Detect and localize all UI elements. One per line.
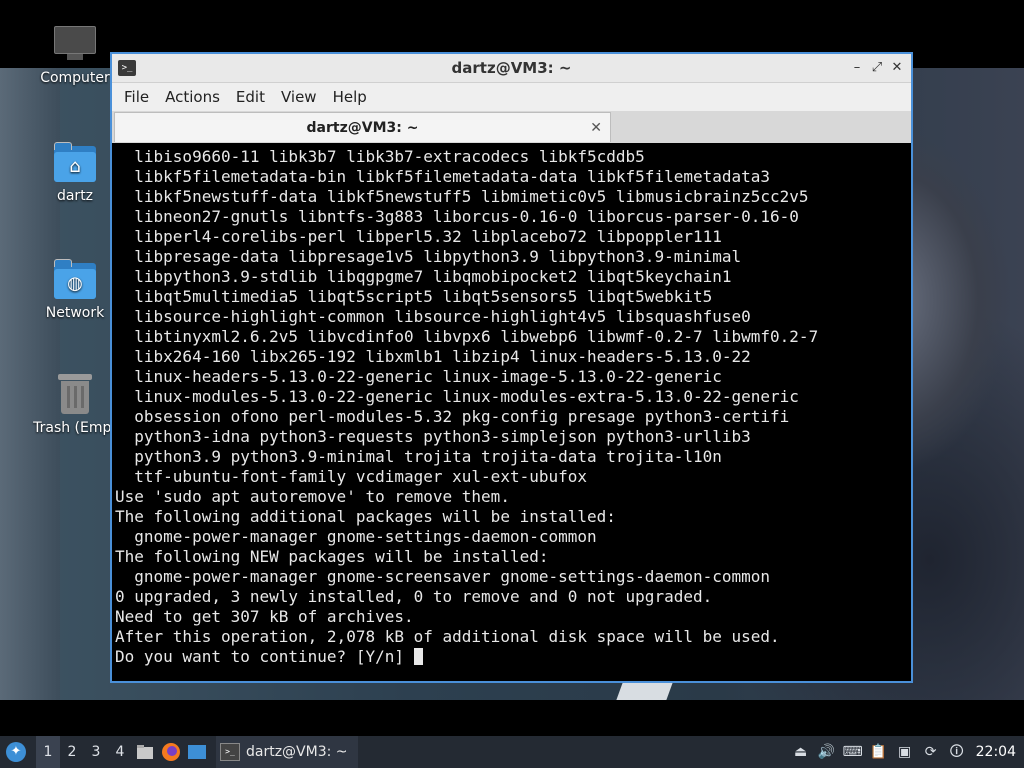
desktop-icon-home[interactable]: ⌂ dartz [30, 142, 120, 204]
system-tray: ⏏ 🔊 ⌨ 📋 ▣ ⟳ 🛈 22:04 [788, 736, 1024, 768]
workspace-2[interactable]: 2 [60, 736, 84, 768]
tab-close-icon[interactable]: ✕ [590, 113, 602, 143]
terminal-task-icon: >_ [220, 743, 240, 761]
terminal-output[interactable]: libiso9660-11 libk3b7 libk3b7-extracodec… [112, 143, 911, 681]
menu-edit[interactable]: Edit [228, 83, 273, 111]
start-menu-icon[interactable]: ✦ [6, 742, 26, 762]
terminal-text: libiso9660-11 libk3b7 libk3b7-extracodec… [115, 147, 819, 666]
desktop-icon-trash[interactable]: Trash (Empt [30, 374, 120, 436]
task-label: dartz@VM3: ~ [246, 744, 348, 760]
notification-icon[interactable]: 🛈 [944, 736, 970, 768]
window-titlebar[interactable]: >_ dartz@VM3: ~ – ⤢ ✕ [112, 54, 911, 83]
workspace-1[interactable]: 1 [36, 736, 60, 768]
minimize-button[interactable]: – [847, 58, 867, 78]
desktop-icon-label: Network [45, 305, 105, 321]
trash-icon [54, 374, 96, 414]
keyboard-icon[interactable]: ⌨ [840, 736, 866, 768]
network-icon[interactable]: ▣ [892, 736, 918, 768]
computer-icon [54, 24, 96, 64]
terminal-prompt: Do you want to continue? [Y/n] [115, 647, 414, 666]
file-manager-icon[interactable] [134, 741, 156, 763]
menu-file[interactable]: File [116, 83, 157, 111]
show-desktop-icon[interactable] [186, 741, 208, 763]
update-icon[interactable]: ⟳ [918, 736, 944, 768]
window-controls: – ⤢ ✕ [847, 54, 907, 82]
wallpaper-bottom-band [0, 700, 1024, 736]
tab-bar: dartz@VM3: ~ ✕ [112, 111, 911, 144]
wallpaper-shirt [616, 680, 674, 700]
desktop-icon-label: Trash (Empt [33, 420, 117, 436]
firefox-icon[interactable] [160, 741, 182, 763]
maximize-button[interactable]: ⤢ [867, 58, 887, 78]
eject-icon[interactable]: ⏏ [788, 736, 814, 768]
tab-label: dartz@VM3: ~ [306, 120, 419, 136]
clipboard-icon[interactable]: 📋 [866, 736, 892, 768]
menu-bar: File Actions Edit View Help [112, 83, 911, 111]
terminal-cursor [413, 648, 423, 665]
close-button[interactable]: ✕ [887, 58, 907, 78]
volume-icon[interactable]: 🔊 [814, 736, 840, 768]
home-folder-icon: ⌂ [54, 142, 96, 182]
taskbar: ✦ 1 2 3 4 >_ dartz@VM3: ~ ⏏ 🔊 ⌨ 📋 ▣ ⟳ 🛈 … [0, 736, 1024, 768]
network-folder-icon: ◍ [54, 259, 96, 299]
menu-help[interactable]: Help [325, 83, 375, 111]
terminal-window[interactable]: >_ dartz@VM3: ~ – ⤢ ✕ File Actions Edit … [110, 52, 913, 683]
desktop-icon-label: Computer [40, 70, 110, 86]
window-title: dartz@VM3: ~ [451, 59, 572, 77]
workspace-4[interactable]: 4 [108, 736, 132, 768]
workspace-3[interactable]: 3 [84, 736, 108, 768]
desktop-icon-computer[interactable]: Computer [30, 24, 120, 86]
tab-terminal[interactable]: dartz@VM3: ~ ✕ [114, 112, 611, 142]
clock[interactable]: 22:04 [970, 736, 1024, 768]
desktop-icon-label: dartz [56, 188, 94, 204]
desktop-icon-network[interactable]: ◍ Network [30, 259, 120, 321]
menu-view[interactable]: View [273, 83, 325, 111]
taskbar-task-terminal[interactable]: >_ dartz@VM3: ~ [216, 736, 358, 768]
menu-actions[interactable]: Actions [157, 83, 228, 111]
